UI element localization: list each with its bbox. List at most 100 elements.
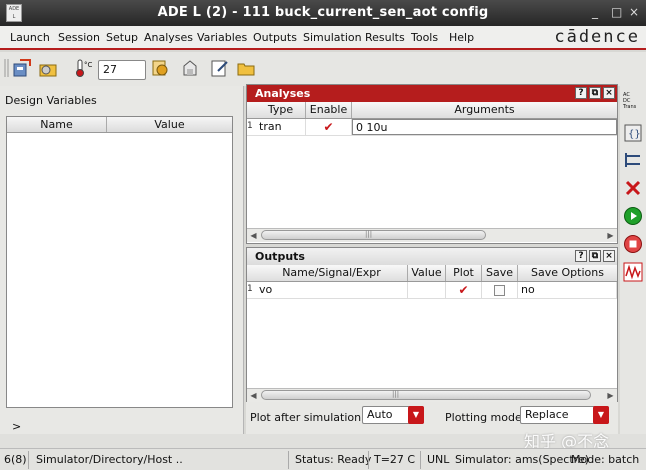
scroll-left-arrow-icon[interactable]: ◀ xyxy=(247,389,260,402)
plot-after-select[interactable]: Auto ▼ xyxy=(362,406,424,424)
window-title: ADE L (2) - 111 buck_current_sen_aot con… xyxy=(157,5,489,20)
menu-variables[interactable]: Variables xyxy=(197,31,247,44)
stop-simulation-icon[interactable] xyxy=(623,234,643,254)
column-header-type[interactable]: Type xyxy=(256,102,306,118)
output-save-checkbox[interactable] xyxy=(482,282,518,298)
column-header-arguments[interactable]: Arguments xyxy=(352,102,617,118)
divider xyxy=(288,451,289,469)
main-toolbar: °C xyxy=(0,52,646,86)
status-path: Simulator/Directory/Host .. xyxy=(36,453,183,466)
analyses-horizontal-scrollbar[interactable]: ◀ ||| ▶ xyxy=(247,228,617,242)
table-row[interactable]: 1 tran ✔ 0 10u xyxy=(247,119,617,136)
scroll-thumb[interactable] xyxy=(261,390,591,400)
menu-outputs[interactable]: Outputs xyxy=(253,31,297,44)
close-icon[interactable]: × xyxy=(603,87,615,99)
setup-outputs-icon[interactable] xyxy=(623,150,643,170)
maximize-button[interactable]: □ xyxy=(611,5,622,19)
outputs-title: Outputs xyxy=(255,250,305,263)
delete-icon[interactable] xyxy=(623,178,643,198)
checkmark-icon: ✔ xyxy=(458,283,469,297)
setup-icon[interactable] xyxy=(12,58,32,78)
chevron-down-icon: ▼ xyxy=(593,406,609,424)
chevron-down-icon: ▼ xyxy=(408,406,424,424)
column-header-name[interactable]: Name xyxy=(7,117,107,132)
cadence-logo: cādence xyxy=(554,27,640,47)
open-folder-icon[interactable] xyxy=(236,58,256,78)
column-header-save-options[interactable]: Save Options xyxy=(518,265,617,281)
menu-simulation[interactable]: Simulation xyxy=(303,31,362,44)
minimize-button[interactable]: _ xyxy=(592,5,598,19)
close-button[interactable]: × xyxy=(629,5,639,19)
design-variables-table[interactable]: Name Value xyxy=(6,116,233,408)
expand-arrow[interactable]: > xyxy=(12,420,21,433)
analysis-enable-checkbox[interactable]: ✔ xyxy=(306,119,352,135)
analysis-type[interactable]: tran xyxy=(256,119,306,135)
scroll-right-arrow-icon[interactable]: ▶ xyxy=(604,389,617,402)
column-header-plot[interactable]: Plot xyxy=(446,265,482,281)
help-icon[interactable]: ? xyxy=(575,250,587,262)
outputs-dock: Outputs ? ⧉ × Name/Signal/Expr Value Plo… xyxy=(246,247,618,403)
scroll-right-arrow-icon[interactable]: ▶ xyxy=(604,229,617,242)
status-bar: 6(8) Simulator/Directory/Host .. Status:… xyxy=(0,448,646,470)
menu-session[interactable]: Session xyxy=(58,31,100,44)
divider xyxy=(420,451,421,469)
column-header-value[interactable]: Value xyxy=(408,265,446,281)
status-mode: Mode: batch xyxy=(571,453,640,466)
outputs-header: Name/Signal/Expr Value Plot Save Save Op… xyxy=(247,265,617,282)
run-simulation-icon[interactable] xyxy=(623,206,643,226)
divider xyxy=(368,451,369,469)
toolbar-grip-icon xyxy=(4,59,9,77)
title-bar: ADE L ADE L (2) - 111 buck_current_sen_ao… xyxy=(0,0,646,26)
choose-analyses-icon[interactable]: AC DC Trans xyxy=(623,92,643,120)
scroll-left-arrow-icon[interactable]: ◀ xyxy=(247,229,260,242)
menu-setup[interactable]: Setup xyxy=(106,31,138,44)
status-temperature: T=27 C xyxy=(374,453,416,466)
column-header-name-signal-expr[interactable]: Name/Signal/Expr xyxy=(256,265,408,281)
analyses-header: Type Enable Arguments xyxy=(247,102,617,119)
row-number: 1 xyxy=(247,121,253,131)
column-header-value[interactable]: Value xyxy=(107,117,232,132)
plot-after-label: Plot after simulation: xyxy=(250,411,365,424)
float-icon[interactable]: ⧉ xyxy=(589,250,601,262)
scroll-grip: ||| xyxy=(365,230,373,238)
output-value xyxy=(408,282,446,298)
scroll-thumb[interactable] xyxy=(261,230,486,240)
save-state-icon[interactable] xyxy=(180,58,200,78)
right-toolbar: AC DC Trans {} xyxy=(620,86,646,434)
menu-help[interactable]: Help xyxy=(449,31,474,44)
svg-text:°C: °C xyxy=(84,61,93,69)
output-plot-checkbox[interactable]: ✔ xyxy=(446,282,482,298)
row-number: 1 xyxy=(247,284,253,294)
column-header-save[interactable]: Save xyxy=(482,265,518,281)
menu-launch[interactable]: Launch xyxy=(10,31,50,44)
plotting-mode-label: Plotting mode: xyxy=(445,411,526,424)
output-name[interactable]: vo xyxy=(256,282,408,298)
design-variables-panel: Design Variables Name Value > xyxy=(0,86,244,434)
netlist-icon[interactable] xyxy=(150,58,170,78)
analysis-arguments[interactable]: 0 10u xyxy=(352,119,617,135)
analyses-dock: Analyses ? ⧉ × Type Enable Arguments 1 t… xyxy=(246,84,618,244)
load-state-icon[interactable] xyxy=(38,58,58,78)
output-save-options[interactable]: no xyxy=(518,282,617,298)
edit-variables-icon[interactable]: {} xyxy=(623,123,643,143)
plot-outputs-icon[interactable] xyxy=(623,262,643,282)
menu-tools[interactable]: Tools xyxy=(411,31,438,44)
table-row[interactable]: 1 vo ✔ no xyxy=(247,282,617,299)
design-variables-title: Design Variables xyxy=(5,94,97,107)
status-unl: UNL xyxy=(427,453,450,466)
status-count: 6(8) xyxy=(4,453,27,466)
status-state: Status: Ready xyxy=(295,453,372,466)
help-icon[interactable]: ? xyxy=(575,87,587,99)
close-icon[interactable]: × xyxy=(603,250,615,262)
outputs-horizontal-scrollbar[interactable]: ◀ ||| ▶ xyxy=(247,388,617,402)
column-header-enable[interactable]: Enable xyxy=(306,102,352,118)
edit-icon[interactable] xyxy=(210,58,230,78)
plotting-mode-select[interactable]: Replace ▼ xyxy=(520,406,609,424)
menu-analyses[interactable]: Analyses xyxy=(144,31,193,44)
menu-results[interactable]: Results xyxy=(365,31,405,44)
checkmark-icon: ✔ xyxy=(323,120,334,134)
temperature-input[interactable]: 27 xyxy=(98,60,146,80)
float-icon[interactable]: ⧉ xyxy=(589,87,601,99)
plot-after-value: Auto xyxy=(367,408,393,421)
trans-label: Trans xyxy=(623,104,637,110)
